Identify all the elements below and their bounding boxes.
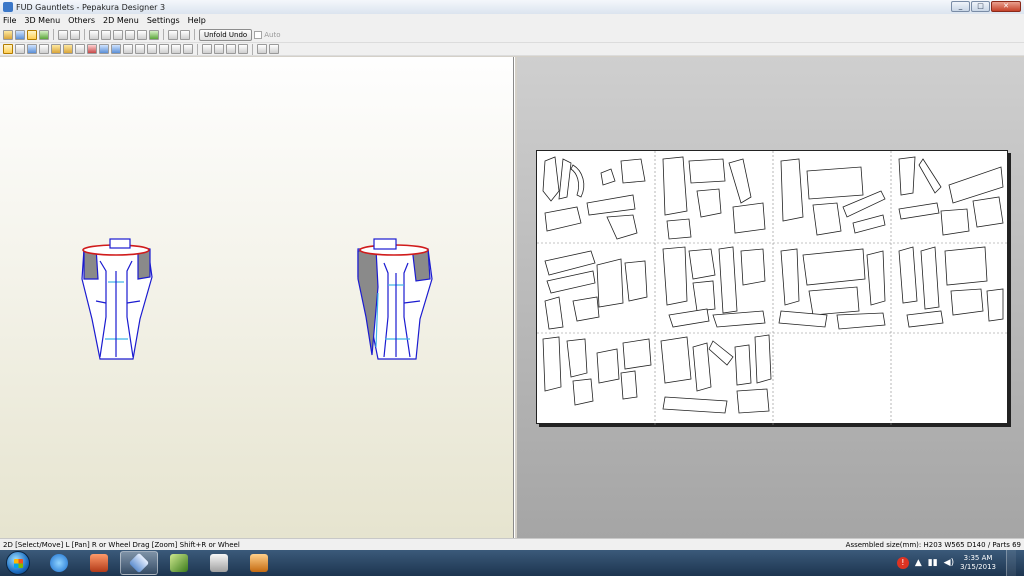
minimize-button[interactable]: _ <box>951 1 970 12</box>
taskbar-media[interactable] <box>200 551 238 575</box>
volume-icon[interactable]: ◀) <box>944 558 954 568</box>
taskbar-app[interactable] <box>80 551 118 575</box>
align-tool-icon[interactable] <box>135 44 145 54</box>
show-desktop-button[interactable] <box>1006 550 1016 576</box>
color-tool-icon[interactable] <box>51 44 61 54</box>
number-tool-icon[interactable] <box>159 44 169 54</box>
status-bar: 2D [Select/Move] L [Pan] R or Wheel Drag… <box>0 538 1024 550</box>
window-controls: _ □ ✕ <box>951 1 1021 12</box>
toolbar-separator <box>197 43 198 55</box>
unfolded-parts-canvas[interactable] <box>537 151 1009 425</box>
mirror-tool-icon[interactable] <box>111 44 121 54</box>
assembled-size: Assembled size(mm): H203 W565 D140 / Par… <box>845 540 1021 549</box>
scale-tool-icon[interactable] <box>123 44 133 54</box>
menu-others[interactable]: Others <box>68 16 95 25</box>
menu-help[interactable]: Help <box>188 16 206 25</box>
left-gauntlet-model[interactable] <box>81 238 153 360</box>
cut-tool-icon[interactable] <box>87 44 97 54</box>
pepakura-app-icon[interactable] <box>3 2 13 12</box>
network-icon[interactable]: ▮▮ <box>928 558 938 568</box>
align-left-icon[interactable] <box>202 44 212 54</box>
action-center-icon[interactable]: ! <box>896 557 909 569</box>
unfold-undo-button[interactable]: Unfold Undo <box>199 28 253 41</box>
pepakura-icon <box>128 552 150 574</box>
taskbar-package[interactable] <box>240 551 278 575</box>
pencil-icon[interactable] <box>89 29 99 40</box>
fold-tool-icon[interactable] <box>99 44 109 54</box>
secondary-toolbar <box>0 43 1024 56</box>
menu-3d[interactable]: 3D Menu <box>24 16 60 25</box>
close-button[interactable]: ✕ <box>991 1 1021 12</box>
3d-view-pane[interactable] <box>0 57 514 538</box>
show-hidden-icons-icon[interactable]: ▲ <box>915 558 922 568</box>
toolbar-separator <box>53 29 54 40</box>
checkbox-icon <box>254 30 263 39</box>
align-right-icon[interactable] <box>226 44 236 54</box>
toolbar-separator <box>252 43 253 55</box>
pattern-sheet[interactable] <box>536 150 1009 425</box>
window-a-icon[interactable] <box>168 29 178 40</box>
toolbar-separator <box>163 29 164 40</box>
system-tray: ! ▲ ▮▮ ◀) 3:35 AM 3/15/2013 <box>896 550 1024 576</box>
align-center-icon[interactable] <box>214 44 224 54</box>
undo-icon[interactable] <box>58 29 68 40</box>
auto-label: Auto <box>264 30 281 39</box>
window-b-icon[interactable] <box>180 29 190 40</box>
auto-checkbox[interactable]: Auto <box>254 30 281 39</box>
menu-settings[interactable]: Settings <box>147 16 180 25</box>
redo-icon[interactable] <box>70 29 80 40</box>
open-icon[interactable] <box>3 29 13 40</box>
window-title: FUD Gauntlets - Pepakura Designer 3 <box>16 2 166 12</box>
clock-time: 3:35 AM <box>963 554 993 562</box>
grid-tool-icon[interactable] <box>75 44 85 54</box>
anchor-icon[interactable] <box>113 29 123 40</box>
face-tool-icon[interactable] <box>39 44 49 54</box>
3d-model-canvas[interactable] <box>0 57 514 538</box>
texture-icon[interactable] <box>39 29 49 40</box>
distribute-icon[interactable] <box>238 44 248 54</box>
toolbar-separator <box>194 29 195 40</box>
zoom-in-icon[interactable] <box>257 44 267 54</box>
right-gauntlet-model[interactable] <box>357 238 433 360</box>
ie-icon <box>50 554 68 572</box>
taskbar-bamboo[interactable] <box>160 551 198 575</box>
menu-bar: File 3D Menu Others 2D Menu Settings Hel… <box>0 14 1024 27</box>
view-tool-icon[interactable] <box>27 44 37 54</box>
save-icon[interactable] <box>15 29 25 40</box>
bamboo-icon <box>170 554 188 572</box>
toolbar-separator <box>84 29 85 40</box>
edge-icon[interactable] <box>101 29 111 40</box>
media-icon <box>210 554 228 572</box>
rotate-tool-icon[interactable] <box>15 44 25 54</box>
windows-taskbar: ! ▲ ▮▮ ◀) 3:35 AM 3/15/2013 <box>0 550 1024 576</box>
main-toolbar: Unfold Undo Auto <box>0 27 1024 43</box>
taskbar-ie[interactable] <box>40 551 78 575</box>
flap-icon[interactable] <box>137 29 147 40</box>
layout-tool-icon[interactable] <box>183 44 193 54</box>
clock-date: 3/15/2013 <box>960 563 996 571</box>
menu-2d[interactable]: 2D Menu <box>103 16 139 25</box>
text-tool-icon[interactable] <box>171 44 181 54</box>
maximize-button[interactable]: □ <box>971 1 990 12</box>
check-icon[interactable] <box>149 29 159 40</box>
clock[interactable]: 3:35 AM 3/15/2013 <box>960 554 996 572</box>
start-button[interactable] <box>6 551 30 575</box>
package-icon <box>250 554 268 572</box>
unfold-icon[interactable] <box>27 29 37 40</box>
app-icon <box>90 554 108 572</box>
status-hint: 2D [Select/Move] L [Pan] R or Wheel Drag… <box>3 540 240 549</box>
select-tool-icon[interactable] <box>3 44 13 54</box>
menu-file[interactable]: File <box>3 16 16 25</box>
arrange-tool-icon[interactable] <box>147 44 157 54</box>
join-icon[interactable] <box>125 29 135 40</box>
paint-tool-icon[interactable] <box>63 44 73 54</box>
zoom-out-icon[interactable] <box>269 44 279 54</box>
title-bar: FUD Gauntlets - Pepakura Designer 3 _ □ … <box>0 0 1024 14</box>
taskbar-pepakura[interactable] <box>120 551 158 575</box>
